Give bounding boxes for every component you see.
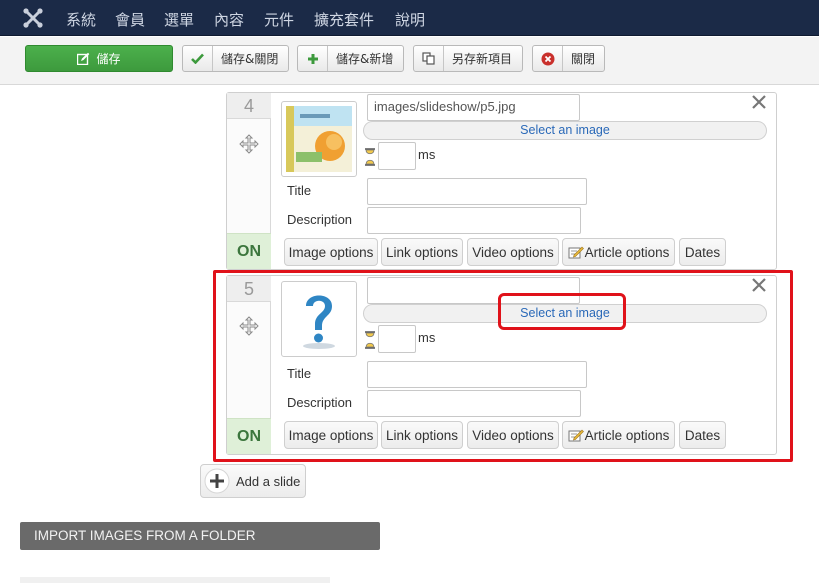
save-as-copy-label: 另存新項目 xyxy=(452,52,513,66)
save-as-copy-button[interactable]: 另存新項目 xyxy=(413,45,523,72)
nav-item-content[interactable]: 內容 xyxy=(214,9,244,30)
title-label: Title xyxy=(287,366,312,381)
article-options-button[interactable]: Article options xyxy=(562,238,675,266)
link-options-button[interactable]: Link options xyxy=(381,238,463,266)
copy-icon xyxy=(414,46,444,71)
add-slide-button[interactable]: Add a slide xyxy=(200,464,306,498)
save-button[interactable]: 儲存 xyxy=(25,45,173,72)
remove-slide-icon[interactable] xyxy=(750,93,768,111)
title-input[interactable] xyxy=(367,361,587,388)
toolbar: 儲存 儲存&關閉 儲存&新增 另存新項目 關閉 xyxy=(0,37,819,85)
plus-icon xyxy=(298,46,328,71)
description-input[interactable] xyxy=(367,207,581,234)
slide-number: 4 xyxy=(227,93,271,119)
slide-thumbnail[interactable] xyxy=(281,101,357,177)
duration-input[interactable] xyxy=(378,142,416,170)
dates-button[interactable]: Dates xyxy=(679,421,726,449)
nav-item-components[interactable]: 元件 xyxy=(264,9,294,30)
move-icon[interactable] xyxy=(239,134,259,154)
slide-number: 5 xyxy=(227,276,271,302)
nav-item-users[interactable]: 會員 xyxy=(115,9,145,30)
save-close-label: 儲存&關閉 xyxy=(221,52,279,66)
remove-slide-icon[interactable] xyxy=(750,276,768,294)
joomla-logo-icon[interactable] xyxy=(22,7,44,29)
nav-item-extensions[interactable]: 擴充套件 xyxy=(314,9,374,30)
close-button[interactable]: 關閉 xyxy=(532,45,605,72)
description-label: Description xyxy=(287,212,353,227)
slide-thumbnail[interactable] xyxy=(281,281,357,357)
ms-label: ms xyxy=(418,330,436,345)
article-options-label: Article options xyxy=(584,244,670,260)
duration-input[interactable] xyxy=(378,325,416,353)
description-input[interactable] xyxy=(367,390,581,417)
question-mark-icon xyxy=(303,295,335,349)
hourglass-icon xyxy=(365,331,375,349)
nav-item-help[interactable]: 說明 xyxy=(395,9,425,30)
check-icon xyxy=(183,46,213,71)
image-options-button[interactable]: Image options xyxy=(284,421,378,449)
select-image-button[interactable]: Select an image xyxy=(363,121,767,140)
dates-button[interactable]: Dates xyxy=(679,238,726,266)
title-label: Title xyxy=(287,183,312,198)
slide-gutter: 5 ON xyxy=(227,276,271,454)
video-options-button[interactable]: Video options xyxy=(467,421,559,449)
hourglass-icon xyxy=(365,148,375,166)
image-path-input[interactable]: images/slideshow/p5.jpg xyxy=(367,94,580,121)
slide-card: 4 ON images/slideshow/p5.jpg Select an i… xyxy=(226,92,777,270)
move-icon[interactable] xyxy=(239,316,259,336)
slide-status-badge[interactable]: ON xyxy=(227,418,271,454)
nav-item-menus[interactable]: 選單 xyxy=(164,9,194,30)
image-path-input[interactable] xyxy=(367,277,580,304)
top-navbar: 系統 會員 選單 內容 元件 擴充套件 說明 xyxy=(0,0,819,36)
link-options-button[interactable]: Link options xyxy=(381,421,463,449)
description-label: Description xyxy=(287,395,353,410)
save-new-button[interactable]: 儲存&新增 xyxy=(297,45,404,72)
plus-icon xyxy=(204,468,230,494)
article-options-label: Article options xyxy=(584,427,670,443)
import-section-header[interactable]: IMPORT IMAGES FROM A FOLDER xyxy=(20,522,380,550)
image-options-button[interactable]: Image options xyxy=(284,238,378,266)
title-input[interactable] xyxy=(367,178,587,205)
save-label: 儲存 xyxy=(96,52,121,66)
next-section-edge xyxy=(20,577,330,583)
slide-card: 5 ON Select an image ms Title Descriptio… xyxy=(226,275,777,455)
video-options-button[interactable]: Video options xyxy=(467,238,559,266)
save-close-button[interactable]: 儲存&關閉 xyxy=(182,45,289,72)
select-image-button[interactable]: Select an image xyxy=(363,304,767,323)
nav-item-system[interactable]: 系統 xyxy=(66,9,96,30)
ms-label: ms xyxy=(418,147,436,162)
article-edit-icon xyxy=(568,246,584,259)
cancel-circle-icon xyxy=(533,46,563,71)
slide-image-thumbnail xyxy=(286,106,352,172)
add-slide-label: Add a slide xyxy=(236,473,301,489)
save-new-label: 儲存&新增 xyxy=(336,52,394,66)
article-edit-icon xyxy=(568,429,584,442)
edit-icon xyxy=(77,52,90,65)
slide-gutter: 4 ON xyxy=(227,93,271,269)
article-options-button[interactable]: Article options xyxy=(562,421,675,449)
close-label: 關閉 xyxy=(571,52,596,66)
slide-status-badge[interactable]: ON xyxy=(227,233,271,269)
